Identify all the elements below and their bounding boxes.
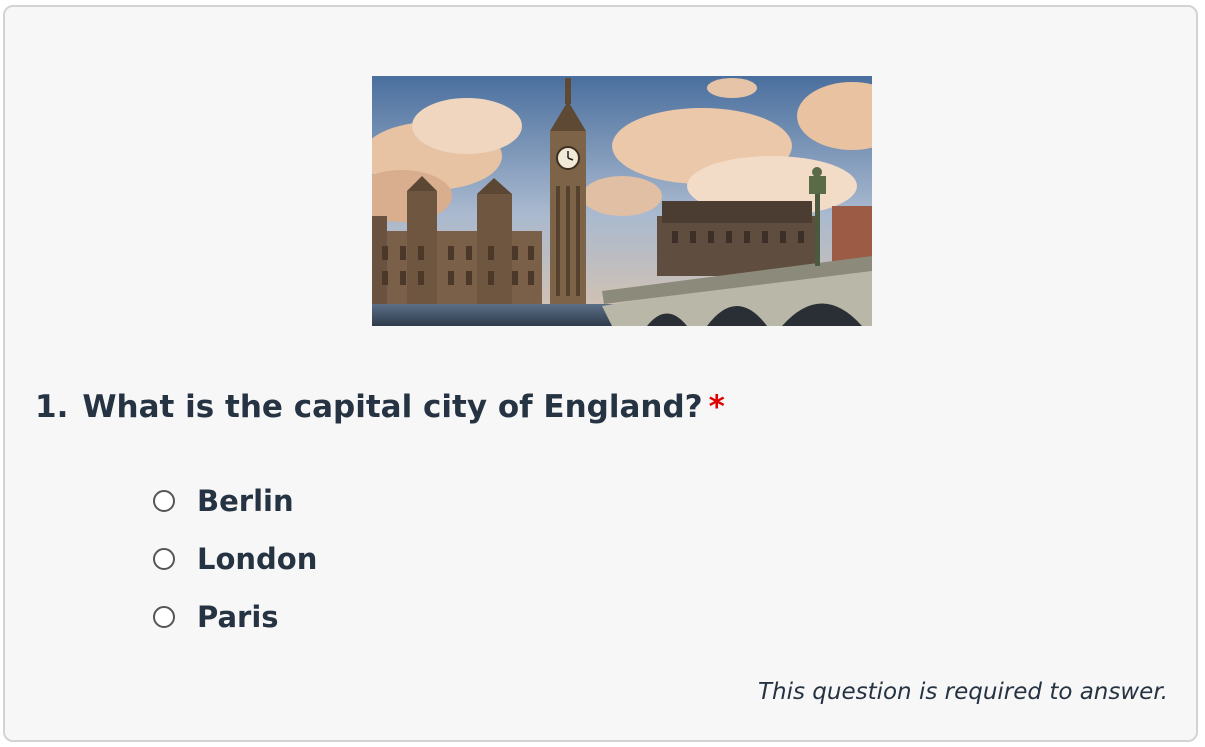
radio-button-berlin[interactable] xyxy=(153,490,175,512)
radio-button-london[interactable] xyxy=(153,548,175,570)
required-asterisk: * xyxy=(708,389,725,425)
answer-options: Berlin London Paris xyxy=(153,472,317,646)
option-label-paris: Paris xyxy=(197,599,279,634)
option-label-berlin: Berlin xyxy=(197,483,294,518)
option-london[interactable]: London xyxy=(153,530,317,588)
question-title: 1. What is the capital city of England? * xyxy=(35,384,725,430)
option-label-london: London xyxy=(197,541,318,576)
option-paris[interactable]: Paris xyxy=(153,588,317,646)
radio-button-paris[interactable] xyxy=(153,606,175,628)
question-text: What is the capital city of England? xyxy=(82,389,703,425)
option-berlin[interactable]: Berlin xyxy=(153,472,317,530)
question-number: 1. xyxy=(35,389,69,425)
question-card: 1. What is the capital city of England? * … xyxy=(3,5,1198,742)
question-image xyxy=(372,76,872,326)
required-note: This question is required to answer. xyxy=(757,679,1168,705)
